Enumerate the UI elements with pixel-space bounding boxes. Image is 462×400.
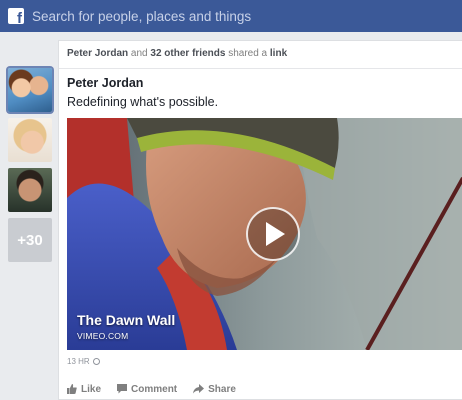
- more-friends-count: +30: [17, 231, 43, 249]
- story-others-link[interactable]: 32 other friends: [150, 48, 225, 59]
- share-button[interactable]: Share: [193, 384, 236, 395]
- video-source-domain: VIMEO.COM: [77, 331, 129, 341]
- video-player[interactable]: The Dawn Wall VIMEO.COM: [67, 118, 462, 350]
- story-actor-link[interactable]: Peter Jordan: [67, 48, 128, 59]
- comment-icon: [117, 384, 128, 394]
- story-actions-bar: Like Comment Share: [67, 381, 454, 397]
- post-message: Redefining what's possible.: [67, 95, 219, 109]
- top-bar: f: [0, 0, 462, 32]
- thumbs-up-icon: [67, 384, 77, 394]
- story-header-joiner-1: and: [128, 48, 151, 59]
- search-input[interactable]: [32, 5, 452, 27]
- man-avatar[interactable]: [8, 168, 52, 212]
- story-object-link[interactable]: link: [270, 48, 287, 59]
- like-button[interactable]: Like: [67, 384, 101, 395]
- story-header-joiner-2: shared a: [225, 48, 270, 59]
- facebook-logo-icon[interactable]: f: [8, 8, 24, 24]
- logo-letter: f: [17, 10, 22, 24]
- share-label: Share: [208, 383, 236, 395]
- friend-avatars-column: +30: [0, 32, 58, 400]
- post-timestamp[interactable]: 13 HR: [67, 357, 100, 366]
- post-author-name[interactable]: Peter Jordan: [67, 76, 143, 90]
- woman-avatar[interactable]: [8, 118, 52, 162]
- play-button[interactable]: [246, 207, 300, 261]
- video-title[interactable]: The Dawn Wall: [77, 312, 175, 328]
- timestamp-text: 13 HR: [67, 357, 90, 366]
- play-icon: [266, 222, 285, 246]
- like-label: Like: [81, 383, 102, 395]
- couple-avatar[interactable]: [8, 68, 52, 112]
- header-divider: [59, 68, 462, 69]
- comment-label: Comment: [131, 383, 178, 395]
- feed-story-card: Peter Jordan and 32 other friends shared…: [58, 40, 462, 400]
- share-arrow-icon: [193, 384, 205, 394]
- globe-icon: [92, 358, 100, 365]
- story-header: Peter Jordan and 32 other friends shared…: [67, 48, 454, 59]
- more-friends-button[interactable]: +30: [8, 218, 52, 262]
- comment-button[interactable]: Comment: [117, 384, 177, 395]
